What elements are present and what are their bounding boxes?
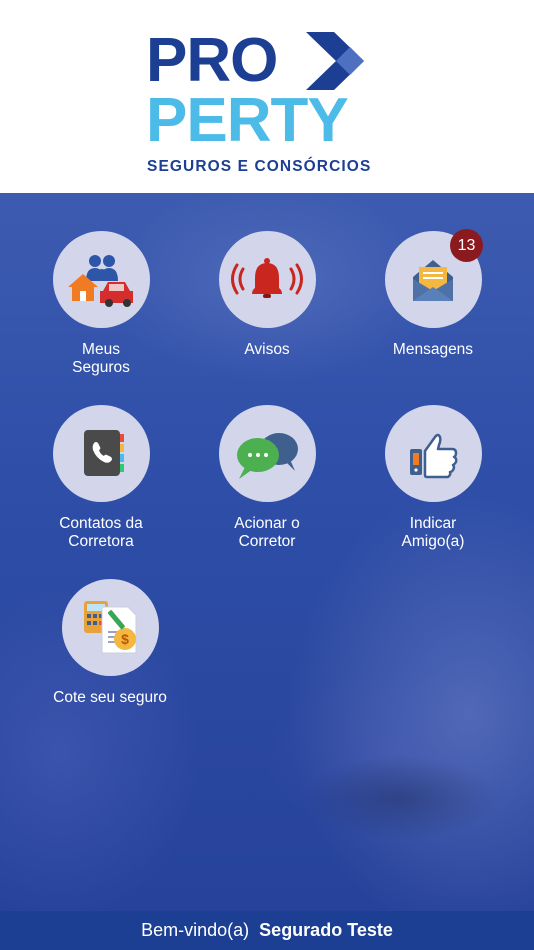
unread-count-badge: 13 [450, 229, 483, 262]
logo-tagline: SEGUROS E CONSÓRCIOS [147, 158, 372, 175]
chat-bubbles-icon [237, 433, 298, 479]
welcome-user-name: Segurado Teste [259, 920, 393, 940]
phone-book-icon [84, 430, 124, 476]
menu-item-label: Acionar o Corretor [234, 515, 300, 550]
logo-text-perty: PERTY [146, 86, 349, 155]
menu-item-circle[interactable] [219, 231, 316, 328]
logo-text-pro: PRO [146, 26, 278, 95]
brand-logo: PRO PERTY SEGUROS E CONSÓRCIOS [146, 30, 391, 180]
menu-item-label: Mensagens [392, 341, 474, 358]
svg-text:$: $ [121, 631, 129, 647]
family-home-car-icon [68, 255, 133, 307]
menu-item-label: Meus Seguros [72, 341, 130, 376]
alarm-bell-icon [231, 258, 303, 298]
logo-arrow-icon [306, 32, 364, 90]
menu-item-label: Avisos [244, 341, 290, 358]
menu-item-circle[interactable] [385, 405, 482, 502]
menu-item-label: Contatos da Corretora [59, 515, 143, 550]
menu-item-circle[interactable] [53, 231, 150, 328]
menu-item-label: Indicar Amigo(a) [401, 515, 465, 550]
menu-area: Meus Seguros Avisos 13 Mensagens Contato… [0, 193, 534, 911]
welcome-bar: Bem-vindo(a) Segurado Teste [0, 911, 534, 950]
menu-item-circle[interactable]: $ [62, 579, 159, 676]
welcome-greeting: Bem-vindo(a) [141, 920, 250, 940]
header: PRO PERTY SEGUROS E CONSÓRCIOS [0, 0, 534, 193]
menu-item-label: Cote seu seguro [53, 689, 167, 706]
thumbs-up-icon [410, 433, 458, 479]
menu-item-circle[interactable] [219, 405, 316, 502]
menu-item-circle[interactable] [53, 405, 150, 502]
calculator-quote-icon: $ [84, 601, 137, 654]
